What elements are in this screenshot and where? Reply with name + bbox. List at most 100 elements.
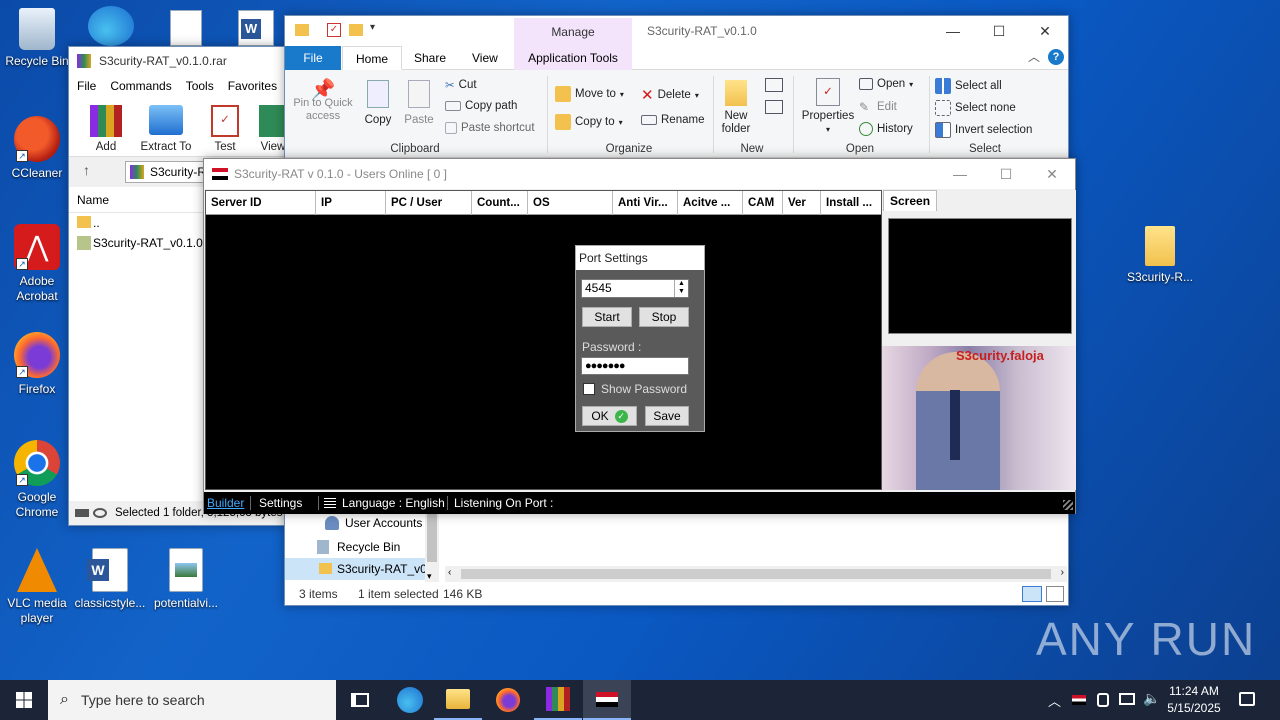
desktop-icon-recycle-bin[interactable]: Recycle Bin: [1, 8, 73, 69]
show-password-label[interactable]: Show Password: [601, 382, 687, 396]
col-active[interactable]: Acitve ...: [678, 191, 743, 215]
network-icon[interactable]: [1119, 693, 1135, 705]
clients-grid[interactable]: Server ID IP PC / User Count... OS Anti …: [205, 190, 882, 490]
edge-desktop-icon[interactable]: [88, 6, 134, 46]
tab-screen[interactable]: Screen: [883, 190, 937, 211]
menu-favorites[interactable]: Favorites: [228, 79, 277, 93]
nav-item-user-accounts[interactable]: User Accounts: [325, 513, 422, 533]
start-button[interactable]: Start: [582, 307, 632, 327]
test-button[interactable]: ✓ Test: [203, 105, 247, 154]
desktop-icon-potentialvi[interactable]: potentialvi...: [150, 548, 222, 611]
port-input[interactable]: 4545 ▲ ▼: [581, 279, 689, 298]
device-tray-icon[interactable]: [1097, 693, 1109, 707]
edit-button[interactable]: ✎ Edit: [859, 100, 897, 114]
history-button[interactable]: History: [859, 122, 913, 136]
collapse-ribbon-icon[interactable]: ︿: [1028, 48, 1040, 65]
maximize-button[interactable]: ☐: [976, 16, 1022, 46]
col-server-id[interactable]: Server ID: [206, 191, 316, 215]
new-item-icon[interactable]: [765, 78, 783, 92]
tab-share[interactable]: Share: [401, 46, 459, 70]
stop-button[interactable]: Stop: [639, 307, 689, 327]
close-button[interactable]: ✕: [1022, 16, 1068, 46]
menu-file[interactable]: File: [77, 79, 96, 93]
nav-item-recycle-bin[interactable]: Recycle Bin: [317, 537, 400, 557]
pin-to-quick-access-button[interactable]: 📌 Pin to Quick access: [289, 80, 357, 123]
delete-button[interactable]: ✕ Delete ▾: [641, 86, 699, 104]
copy-path-button[interactable]: Copy path: [445, 100, 517, 112]
maximize-button[interactable]: ☐: [983, 159, 1029, 189]
copy-button[interactable]: Copy: [359, 80, 397, 127]
rat-titlebar[interactable]: S3curity-RAT v 0.1.0 - Users Online [ 0 …: [204, 159, 1075, 189]
large-icons-view-icon[interactable]: [1046, 586, 1064, 602]
desktop-icon-acrobat[interactable]: ⋀ ↗ Adobe Acrobat: [1, 224, 73, 304]
start-button[interactable]: [0, 680, 48, 720]
select-all-button[interactable]: Select all: [935, 78, 1002, 94]
horizontal-scrollbar[interactable]: ‹ ›: [445, 566, 1067, 582]
col-country[interactable]: Count...: [472, 191, 528, 215]
desktop-icon-ccleaner[interactable]: ↗ CCleaner: [1, 116, 73, 181]
taskbar-s3curity-rat[interactable]: [583, 680, 631, 720]
col-anti-virus[interactable]: Anti Vir...: [613, 191, 678, 215]
resize-grip-icon[interactable]: [1063, 500, 1073, 510]
clock[interactable]: 11:24 AM 5/15/2025: [1162, 683, 1226, 717]
tab-file[interactable]: File: [285, 46, 341, 70]
task-view-button[interactable]: [336, 680, 384, 720]
language-tray-icon[interactable]: [1072, 695, 1086, 705]
paste-shortcut-button[interactable]: Paste shortcut: [445, 122, 535, 134]
nav-scrollbar[interactable]: ▾: [425, 506, 439, 582]
copy-to-button[interactable]: Copy to ▾: [555, 114, 623, 130]
volume-icon[interactable]: 🔈: [1143, 690, 1160, 707]
col-install[interactable]: Install ...: [821, 191, 883, 215]
invert-selection-button[interactable]: Invert selection: [935, 122, 1032, 138]
builder-link[interactable]: Builder: [207, 492, 244, 514]
show-password-checkbox[interactable]: [583, 383, 595, 395]
minimize-button[interactable]: —: [937, 159, 983, 189]
menu-commands[interactable]: Commands: [110, 79, 171, 93]
customize-quick-access-icon[interactable]: ▾: [370, 22, 375, 33]
select-none-button[interactable]: Select none: [935, 100, 1016, 116]
port-spinner[interactable]: ▲ ▼: [674, 280, 688, 297]
paste-button[interactable]: Paste: [399, 80, 439, 127]
minimize-button[interactable]: —: [930, 16, 976, 46]
desktop-icon-chrome[interactable]: ↗ Google Chrome: [1, 440, 73, 520]
properties-button[interactable]: ✓ Properties ▾: [799, 78, 857, 136]
folder-quick-icon[interactable]: [295, 24, 309, 36]
new-folder-quick-icon[interactable]: [349, 24, 363, 36]
taskbar-search-box[interactable]: ⌕ Type here to search: [48, 680, 336, 720]
word-desktop-icon[interactable]: W: [238, 10, 274, 46]
col-ip[interactable]: IP: [316, 191, 386, 215]
open-button[interactable]: Open ▾: [859, 78, 913, 90]
desktop-icon-vlc[interactable]: VLC media player: [1, 548, 73, 626]
tab-view[interactable]: View: [459, 46, 511, 70]
col-ver[interactable]: Ver: [783, 191, 821, 215]
add-button[interactable]: Add: [83, 105, 129, 154]
desktop-icon-firefox[interactable]: ↗ Firefox: [1, 332, 73, 397]
image-file-desktop-icon[interactable]: [170, 10, 202, 46]
properties-quick-icon[interactable]: ✓: [327, 23, 341, 37]
desktop-icon-classicstyle[interactable]: W classicstyle...: [74, 548, 146, 611]
move-to-button[interactable]: Move to ▾: [555, 86, 624, 102]
taskbar-firefox[interactable]: [484, 680, 532, 720]
col-os[interactable]: OS: [528, 191, 613, 215]
new-folder-button[interactable]: New folder: [717, 80, 755, 136]
tab-home[interactable]: Home: [342, 46, 403, 70]
password-input[interactable]: ●●●●●●●: [581, 357, 689, 375]
desktop-icon-folder[interactable]: S3curity-R...: [1124, 226, 1196, 285]
port-settings-dialog[interactable]: Port Settings 4545 ▲ ▼ Start Stop Passwor…: [575, 245, 705, 432]
close-button[interactable]: ✕: [1029, 159, 1075, 189]
show-hidden-icons-icon[interactable]: ︿: [1048, 691, 1061, 710]
details-view-icon[interactable]: [1022, 586, 1042, 602]
col-pc-user[interactable]: PC / User: [386, 191, 472, 215]
help-icon[interactable]: ?: [1048, 49, 1064, 65]
taskbar-file-explorer[interactable]: [434, 680, 482, 720]
col-cam[interactable]: CAM: [743, 191, 783, 215]
notifications-icon[interactable]: [1239, 692, 1255, 706]
easy-access-icon[interactable]: [765, 100, 783, 114]
menu-tools[interactable]: Tools: [186, 79, 214, 93]
winrar-titlebar[interactable]: S3curity-RAT_v0.1.0.rar: [69, 47, 287, 75]
explorer-titlebar[interactable]: ✓ ▾ Manage S3curity-RAT_v0.1.0 — ☐ ✕: [285, 16, 1068, 46]
settings-link[interactable]: Settings: [259, 492, 302, 514]
up-arrow-icon[interactable]: ↑: [83, 162, 90, 178]
cut-button[interactable]: ✂ Cut: [445, 78, 477, 92]
extract-to-button[interactable]: Extract To: [135, 105, 197, 154]
